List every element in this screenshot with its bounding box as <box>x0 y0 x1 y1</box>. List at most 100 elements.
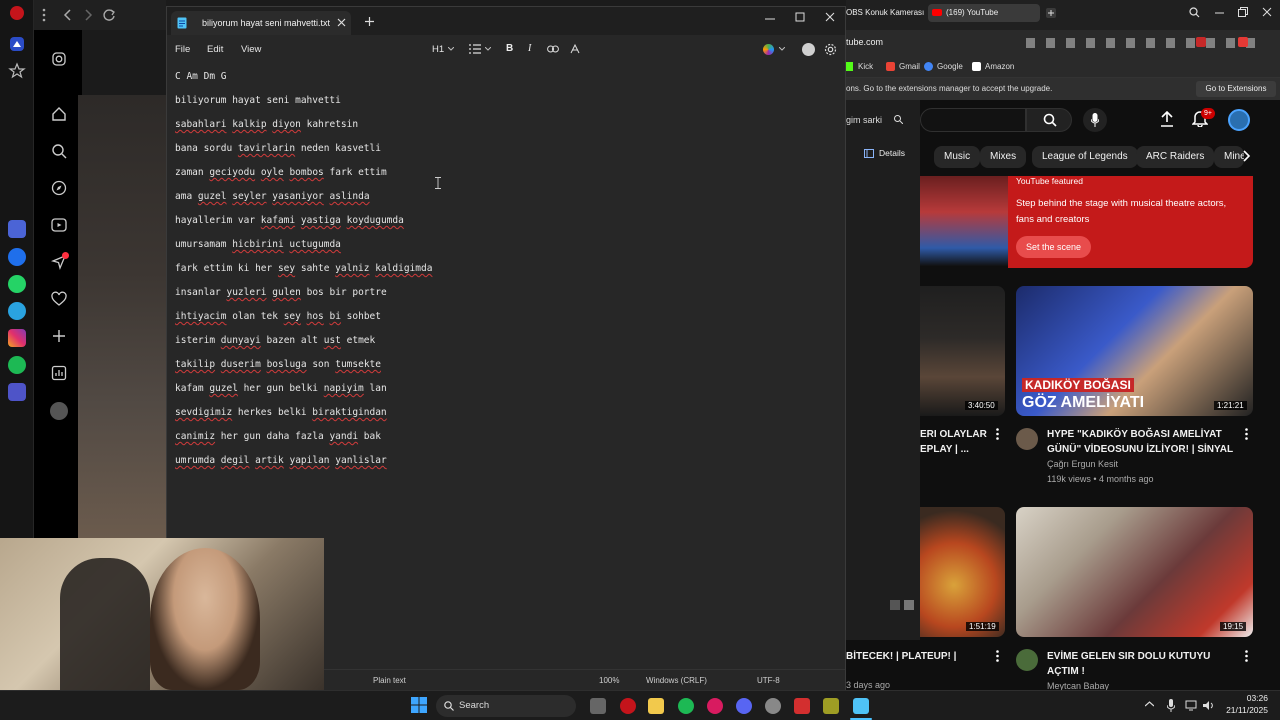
misspelled-word[interactable]: tavirlarin <box>238 143 295 154</box>
more-options-icon[interactable] <box>1245 428 1248 440</box>
misspelled-word[interactable]: kalkip <box>232 119 266 130</box>
heading-style-dropdown[interactable]: H1 <box>432 44 444 55</box>
app-icon[interactable] <box>823 698 839 714</box>
taskbar-time[interactable]: 03:26 <box>1222 693 1268 703</box>
video-title-3[interactable]: BİTECEK! | PLATEUP! | <box>846 649 986 664</box>
misspelled-word[interactable]: yuzleri <box>226 287 266 298</box>
tab-obs[interactable]: OBS Konuk Kamerası <box>846 8 924 17</box>
new-tab-icon[interactable] <box>365 17 374 26</box>
misspelled-word[interactable]: aslinda <box>330 191 370 202</box>
link-icon[interactable] <box>547 45 559 53</box>
close-window-icon[interactable] <box>825 12 835 22</box>
opera-gx-icon[interactable] <box>707 698 723 714</box>
ig-profile-avatar[interactable] <box>50 402 68 420</box>
chevron-right-icon[interactable] <box>1243 150 1251 162</box>
misspelled-word[interactable]: kafami <box>261 215 295 226</box>
misspelled-word[interactable]: koydugumda <box>347 215 404 226</box>
go-to-extensions-button[interactable]: Go to Extensions <box>1196 81 1276 97</box>
video-thumbnail-1[interactable]: 3:40:50 <box>920 286 1005 416</box>
youtube-search-input[interactable] <box>920 108 1026 132</box>
search-icon[interactable] <box>894 115 903 124</box>
misspelled-word[interactable]: yapilan <box>289 455 329 466</box>
channel-avatar[interactable] <box>1016 428 1038 450</box>
details-tab[interactable]: Details <box>879 148 905 158</box>
bookmark-google[interactable]: Google <box>937 62 963 71</box>
filter-chip[interactable]: Music <box>934 146 981 168</box>
close-window-icon[interactable] <box>1262 7 1272 17</box>
extension-icon[interactable] <box>1238 37 1248 47</box>
messenger-icon[interactable] <box>8 248 26 266</box>
more-options-icon[interactable] <box>996 428 999 440</box>
spotify-taskbar-icon[interactable] <box>678 698 694 714</box>
opera-taskbar-icon[interactable] <box>620 698 636 714</box>
file-explorer-icon[interactable] <box>648 698 664 714</box>
settings-gear-icon[interactable] <box>824 43 837 56</box>
misspelled-word[interactable]: gulen <box>272 287 301 298</box>
search-tabs-icon[interactable] <box>1189 7 1200 18</box>
youtube-avatar[interactable] <box>1228 109 1250 131</box>
new-tab-icon[interactable] <box>1046 8 1056 18</box>
forward-arrow-icon[interactable] <box>82 9 94 21</box>
extension-red-icon[interactable] <box>1196 37 1206 47</box>
set-the-scene-button[interactable]: Set the scene <box>1016 236 1092 258</box>
filter-chip[interactable]: League of Legends <box>1032 146 1138 168</box>
ig-search-icon[interactable] <box>51 143 67 159</box>
maximize-icon[interactable] <box>795 12 805 22</box>
taskbar-date[interactable]: 21/11/2025 <box>1216 705 1268 715</box>
chevron-up-icon[interactable] <box>1145 701 1154 707</box>
misspelled-word[interactable]: yastiga <box>301 215 341 226</box>
misspelled-word[interactable]: tumsekte <box>335 359 381 370</box>
misspelled-word[interactable]: sey <box>284 311 301 322</box>
instagram-icon[interactable] <box>8 329 26 347</box>
minimize-icon[interactable] <box>1215 12 1224 14</box>
ig-explore-icon[interactable] <box>51 180 67 196</box>
telegram-icon[interactable] <box>8 302 26 320</box>
misspelled-word[interactable]: bi <box>330 311 341 322</box>
network-icon[interactable] <box>1185 700 1197 711</box>
microphone-tray-icon[interactable] <box>1167 699 1175 712</box>
bookmark-star-icon[interactable] <box>8 62 26 80</box>
address-bar-toolbar-icons[interactable] <box>1026 38 1258 48</box>
ig-reels-icon[interactable] <box>51 217 67 233</box>
volume-icon[interactable] <box>1202 700 1214 711</box>
misspelled-word[interactable]: hos <box>307 311 324 322</box>
misspelled-word[interactable]: kaldigimda <box>375 263 432 274</box>
misspelled-word[interactable]: geciyodu <box>209 167 255 178</box>
close-tab-icon[interactable] <box>337 18 346 27</box>
tab-youtube[interactable]: (169) YouTube <box>928 4 1040 22</box>
address-bar[interactable]: tube.com <box>846 30 1280 56</box>
side-panel-search[interactable]: gim sarki <box>846 115 882 125</box>
misspelled-word[interactable]: biraktigindan <box>312 407 386 418</box>
misspelled-word[interactable]: ust <box>324 335 341 346</box>
video-thumbnail-2[interactable]: KADIKÖY BOĞASI GÖZ AMELİYATI 1:21:21 <box>1016 286 1253 416</box>
video-thumbnail-3[interactable]: 1:51:19 <box>920 507 1005 637</box>
steam-icon[interactable] <box>765 698 781 714</box>
filter-chip[interactable]: Mine <box>1214 146 1244 168</box>
spotify-icon[interactable] <box>8 356 26 374</box>
app-red-icon[interactable] <box>794 698 810 714</box>
more-options-icon[interactable] <box>1245 650 1248 662</box>
whatsapp-icon[interactable] <box>8 275 26 293</box>
bookmark-amazon[interactable]: Amazon <box>985 62 1014 71</box>
video-thumbnail-4[interactable]: 19:15 <box>1016 507 1253 637</box>
menu-dots-icon[interactable] <box>42 8 46 22</box>
instagram-logo-icon[interactable] <box>52 52 66 66</box>
ig-home-icon[interactable] <box>51 106 67 122</box>
misspelled-word[interactable]: sabahlari <box>175 119 226 130</box>
menu-edit[interactable]: Edit <box>207 44 223 55</box>
panel-layout-icons[interactable] <box>890 600 914 610</box>
upload-icon[interactable] <box>1160 111 1174 127</box>
misspelled-word[interactable]: degil <box>221 455 250 466</box>
ig-heart-icon[interactable] <box>51 291 67 307</box>
misspelled-word[interactable]: yalniz <box>335 263 369 274</box>
filter-chip[interactable]: Mixes <box>980 146 1027 168</box>
aria-icon[interactable] <box>8 220 26 238</box>
clear-formatting-icon[interactable] <box>569 43 581 55</box>
bold-icon[interactable]: B <box>506 43 513 54</box>
channel-avatar[interactable] <box>1016 649 1038 671</box>
misspelled-word[interactable]: ihtiyacim <box>175 311 226 322</box>
menu-view[interactable]: View <box>241 44 261 55</box>
misspelled-word[interactable]: sevdigimiz <box>175 407 232 418</box>
misspelled-word[interactable]: diyon <box>272 119 301 130</box>
notepad-taskbar-icon[interactable] <box>853 698 869 714</box>
